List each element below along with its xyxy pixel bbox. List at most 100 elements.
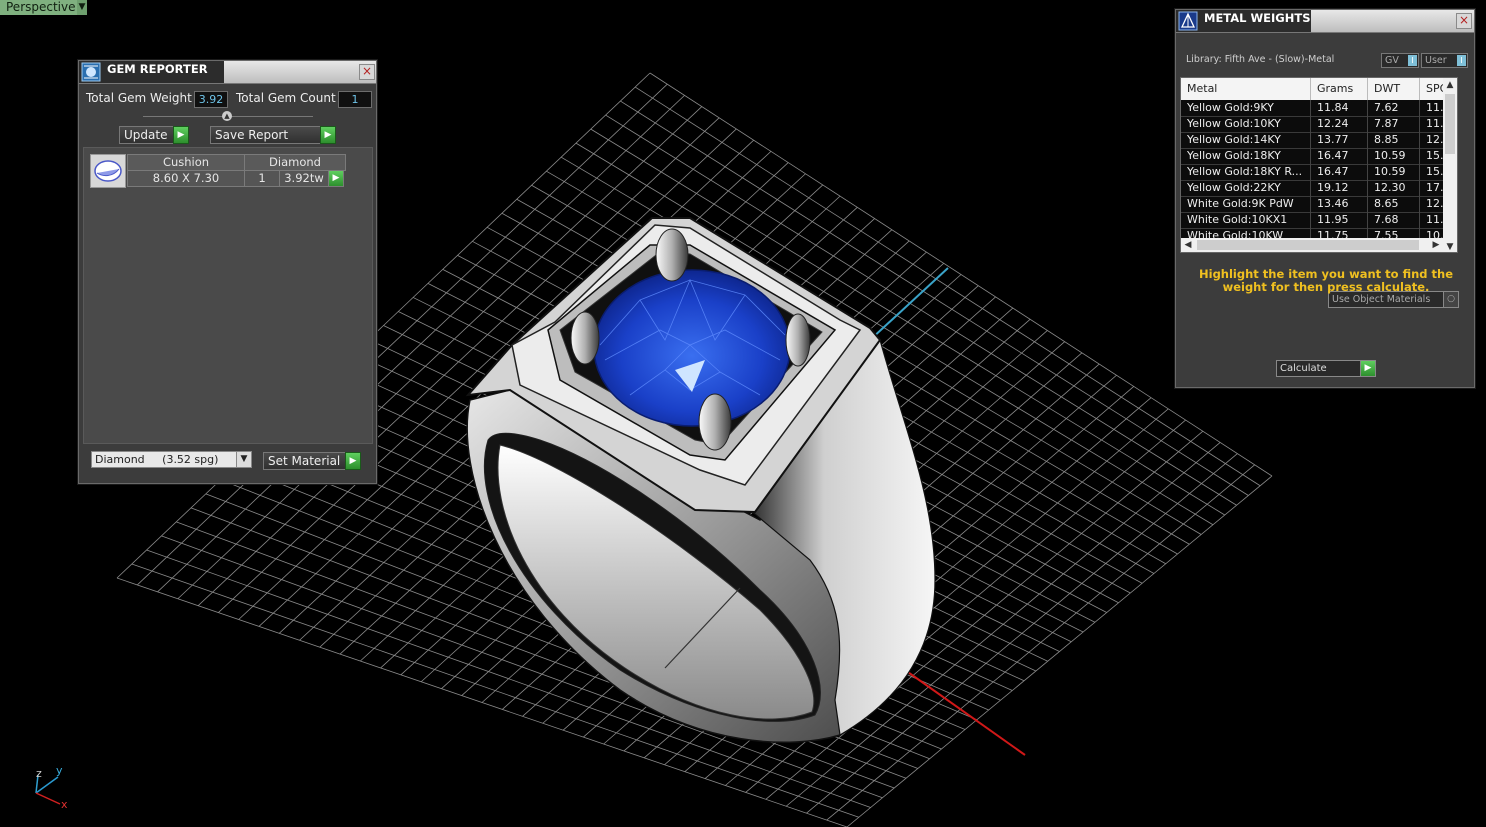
axis-line-red bbox=[904, 669, 1026, 756]
table-cell: 12.30 bbox=[1368, 180, 1420, 196]
gem-reporter-icon bbox=[81, 62, 101, 82]
scroll-down-icon[interactable]: ▼ bbox=[1443, 240, 1457, 252]
total-gem-count-value: 1 bbox=[338, 91, 372, 108]
material-select[interactable]: Diamond (3.52 spg) ▼ bbox=[91, 451, 252, 468]
prong bbox=[655, 228, 689, 282]
gem-thumbnail[interactable] bbox=[90, 154, 126, 188]
metal-weights-panel: METAL WEIGHTS × Library: Fifth Ave - (Sl… bbox=[1175, 9, 1475, 388]
play-icon: ▶ bbox=[173, 126, 189, 144]
table-cell: 11.84 bbox=[1311, 100, 1368, 116]
table-cell: 7.87 bbox=[1368, 116, 1420, 132]
gv-toggle-label: GV bbox=[1385, 55, 1399, 66]
table-row[interactable]: Yellow Gold:10KY 12.24 7.87 11.45 bbox=[1181, 116, 1457, 133]
toggle-indicator-icon: I bbox=[1408, 55, 1417, 66]
prong bbox=[785, 313, 811, 367]
axis-line-blue bbox=[869, 267, 949, 341]
total-gem-weight-label: Total Gem Weight bbox=[86, 91, 192, 105]
table-row[interactable]: White Gold:9K PdW 13.46 8.65 12.59 bbox=[1181, 196, 1457, 213]
gem-shape-header: Cushion bbox=[127, 154, 245, 171]
gem-reporter-titlebar[interactable]: GEM REPORTER × bbox=[79, 61, 376, 84]
column-header-metal[interactable]: Metal bbox=[1181, 78, 1311, 100]
play-icon: ▶ bbox=[1360, 361, 1375, 376]
scroll-thumb[interactable] bbox=[1445, 94, 1455, 154]
table-cell: 19.12 bbox=[1311, 180, 1368, 196]
table-cell: 10.59 bbox=[1368, 148, 1420, 164]
prong bbox=[570, 311, 600, 365]
cushion-gem-icon bbox=[94, 160, 122, 182]
gem-list: Cushion Diamond 8.60 X 7.30 1 3.92tw ▶ bbox=[83, 147, 373, 444]
table-cell: Yellow Gold:18KY R... bbox=[1181, 164, 1311, 180]
table-row[interactable]: Yellow Gold:18KY 16.47 10.59 15.41 bbox=[1181, 148, 1457, 165]
table-cell: 13.46 bbox=[1311, 196, 1368, 212]
table-cell: 16.47 bbox=[1311, 148, 1368, 164]
prong bbox=[698, 393, 732, 451]
table-row[interactable]: Yellow Gold:18KY R... 16.47 10.59 15.41 bbox=[1181, 164, 1457, 181]
gem-material-header: Diamond bbox=[244, 154, 346, 171]
scroll-right-icon[interactable]: ▶ bbox=[1429, 238, 1443, 252]
gem-reporter-title: GEM REPORTER bbox=[107, 62, 208, 76]
metal-table-header: Metal Grams DWT SPG bbox=[1181, 78, 1457, 100]
set-material-button[interactable]: Set Material ▶ bbox=[263, 452, 361, 470]
table-row[interactable]: Yellow Gold:22KY 19.12 12.30 17.89 bbox=[1181, 180, 1457, 197]
chevron-down-icon: ▼ bbox=[236, 452, 251, 467]
scroll-up-icon[interactable]: ▲ bbox=[1443, 78, 1457, 92]
toggle-indicator-icon: I bbox=[1457, 55, 1466, 66]
close-icon[interactable]: × bbox=[1456, 13, 1472, 29]
table-cell: 11.95 bbox=[1311, 212, 1368, 228]
table-cell: 12.24 bbox=[1311, 116, 1368, 132]
table-cell: 7.62 bbox=[1368, 100, 1420, 116]
save-report-button-label: Save Report bbox=[215, 128, 289, 142]
material-select-value: Diamond (3.52 spg) bbox=[95, 453, 219, 466]
user-toggle-label: User bbox=[1425, 55, 1447, 66]
column-header-dwt[interactable]: DWT bbox=[1368, 78, 1420, 100]
scroll-thumb[interactable] bbox=[1197, 240, 1419, 250]
table-cell: 10.59 bbox=[1368, 164, 1420, 180]
library-label: Library: Fifth Ave - (Slow)-Metal bbox=[1186, 54, 1335, 65]
table-cell: 8.85 bbox=[1368, 132, 1420, 148]
set-material-button-label: Set Material bbox=[268, 454, 341, 468]
close-icon[interactable]: × bbox=[359, 64, 375, 80]
axis-label-y: y bbox=[56, 764, 63, 777]
view-mode-dropdown-icon[interactable]: ▼ bbox=[77, 0, 87, 15]
table-cell: Yellow Gold:14KY bbox=[1181, 132, 1311, 148]
table-row[interactable]: White Gold:10KX1 11.95 7.68 11.18 bbox=[1181, 212, 1457, 229]
radio-icon: ○ bbox=[1443, 292, 1458, 307]
update-button-label: Update bbox=[124, 128, 168, 142]
table-row[interactable]: Yellow Gold:14KY 13.77 8.85 12.88 bbox=[1181, 132, 1457, 149]
gem-reporter-panel: GEM REPORTER × Total Gem Weight 3.92 Tot… bbox=[78, 60, 377, 484]
vertical-scrollbar[interactable]: ▲ ▼ bbox=[1443, 78, 1457, 252]
table-row[interactable]: Yellow Gold:9KY 11.84 7.62 11.08 bbox=[1181, 100, 1457, 117]
calculate-button-label: Calculate bbox=[1280, 363, 1327, 374]
gem-count: 1 bbox=[244, 170, 280, 187]
play-icon: ▶ bbox=[345, 452, 361, 470]
gv-toggle[interactable]: GV I bbox=[1381, 53, 1419, 68]
gemstone[interactable] bbox=[593, 269, 791, 427]
scroll-left-icon[interactable]: ◀ bbox=[1181, 238, 1195, 252]
total-gem-count-label: Total Gem Count bbox=[236, 91, 336, 105]
use-object-materials-label: Use Object Materials bbox=[1332, 294, 1431, 305]
metal-table[interactable]: Metal Grams DWT SPG Yellow Gold:9KY 11.84… bbox=[1180, 77, 1458, 253]
metal-weights-title: METAL WEIGHTS bbox=[1204, 11, 1311, 25]
gem-size: 8.60 X 7.30 bbox=[127, 170, 245, 187]
table-cell: 16.47 bbox=[1311, 164, 1368, 180]
user-toggle[interactable]: User I bbox=[1421, 53, 1468, 68]
ring-model[interactable] bbox=[465, 217, 936, 744]
table-cell: 7.68 bbox=[1368, 212, 1420, 228]
column-header-grams[interactable]: Grams bbox=[1311, 78, 1368, 100]
axis-label-z: z bbox=[36, 767, 42, 780]
instruction-text: Highlight the item you want to find the … bbox=[1199, 267, 1453, 294]
metal-weights-titlebar[interactable]: METAL WEIGHTS × bbox=[1176, 10, 1474, 33]
horizontal-scrollbar[interactable]: ◀ ▶ bbox=[1181, 238, 1443, 252]
gem-weight: 3.92tw bbox=[279, 170, 329, 187]
table-cell: Yellow Gold:10KY bbox=[1181, 116, 1311, 132]
view-mode-label[interactable]: Perspective bbox=[0, 0, 83, 15]
calculate-button[interactable]: Calculate ▶ bbox=[1276, 360, 1376, 377]
table-cell: 8.65 bbox=[1368, 196, 1420, 212]
table-cell: 13.77 bbox=[1311, 132, 1368, 148]
gem-select-button[interactable]: ▶ bbox=[328, 170, 344, 187]
update-button[interactable]: Update ▶ bbox=[119, 126, 189, 144]
save-report-button[interactable]: Save Report ▶ bbox=[210, 126, 336, 144]
table-cell: Yellow Gold:22KY bbox=[1181, 180, 1311, 196]
total-gem-weight-value: 3.92 bbox=[194, 91, 228, 108]
collapse-toggle-icon[interactable]: ▲ bbox=[222, 111, 232, 121]
